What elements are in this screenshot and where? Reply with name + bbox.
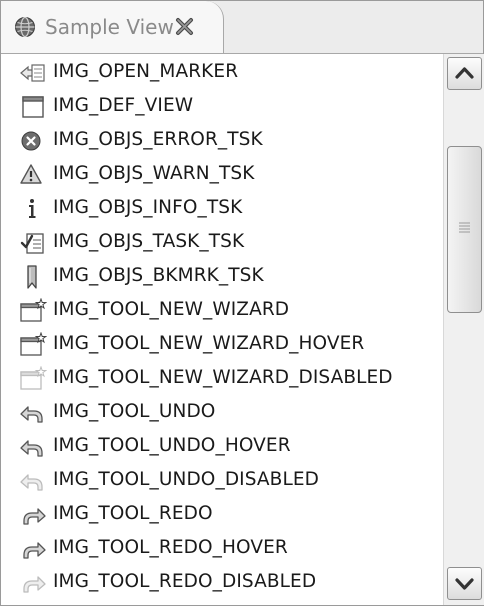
list-item[interactable]: IMG_OBJS_WARN_TSK [2, 158, 442, 192]
list-item-label: IMG_TOOL_UNDO [53, 401, 216, 422]
view-title: Sample View [45, 15, 174, 39]
list-item-label: IMG_TOOL_UNDO_HOVER [53, 435, 291, 456]
new-wizard-hover-icon [20, 332, 47, 356]
list-item-label: IMG_DEF_VIEW [53, 95, 194, 116]
undo-hover-icon [20, 440, 43, 457]
error-icon [21, 131, 41, 151]
info-icon [29, 199, 36, 218]
scroll-up-button[interactable] [447, 57, 482, 90]
list-item[interactable]: IMG_TOOL_NEW_WIZARD [2, 294, 442, 328]
image-list[interactable]: IMG_OPEN_MARKER IMG_DEF_VIEW IMG_OBJS_ER… [2, 54, 442, 605]
list-item[interactable]: IMG_OBJS_BKMRK_TSK [2, 260, 442, 294]
list-item-label: IMG_TOOL_NEW_WIZARD [53, 299, 290, 320]
list-item[interactable]: IMG_TOOL_REDO_DISABLED [2, 566, 442, 600]
undo-icon [20, 406, 43, 423]
bookmark-icon [27, 265, 37, 289]
task-icon [20, 233, 44, 254]
list-item[interactable]: IMG_TOOL_UNDO [2, 396, 442, 430]
list-item[interactable]: IMG_TOOL_NEW_WIZARD_DISABLED [2, 362, 442, 396]
list-item[interactable]: IMG_OBJS_ERROR_TSK [2, 124, 442, 158]
list-item[interactable]: IMG_OPEN_MARKER [2, 56, 442, 90]
list-item[interactable]: IMG_TOOL_NEW_WIZARD_HOVER [2, 328, 442, 362]
redo-hover-icon [23, 542, 46, 559]
warning-icon [20, 164, 42, 184]
list-item[interactable]: IMG_TOOL_REDO [2, 498, 442, 532]
chevron-down-icon [455, 578, 474, 590]
list-item-label: IMG_OBJS_INFO_TSK [53, 197, 243, 218]
view-tab-bar: Sample View [1, 1, 483, 54]
open-marker-icon [20, 64, 45, 82]
list-item[interactable]: IMG_OBJS_TASK_TSK [2, 226, 442, 260]
list-item[interactable]: IMG_DEF_VIEW [2, 90, 442, 124]
list-item-label: IMG_TOOL_NEW_WIZARD_HOVER [53, 333, 365, 354]
list-item[interactable]: IMG_OBJS_INFO_TSK [2, 192, 442, 226]
vertical-scrollbar[interactable] [443, 54, 484, 605]
scroll-thumb[interactable] [447, 146, 482, 313]
list-item-label: IMG_OBJS_BKMRK_TSK [53, 265, 264, 286]
list-item-label: IMG_OBJS_WARN_TSK [53, 163, 255, 184]
list-item-label: IMG_TOOL_UNDO_DISABLED [53, 469, 319, 490]
default-view-icon [22, 96, 44, 118]
list-item-label: IMG_OPEN_MARKER [53, 61, 239, 82]
new-wizard-disabled-icon [20, 366, 47, 390]
grip-icon [459, 222, 470, 233]
new-wizard-icon [20, 298, 47, 322]
list-item-label: IMG_OBJS_ERROR_TSK [53, 129, 263, 150]
list-item-label: IMG_TOOL_NEW_WIZARD_DISABLED [53, 367, 393, 388]
sample-view-panel: Sample View IMG_OPEN_MARKER IMG_DEF_VIEW… [0, 0, 484, 606]
list-item-label: IMG_TOOL_REDO_DISABLED [53, 571, 317, 592]
list-item-label: IMG_TOOL_REDO [53, 503, 213, 524]
redo-icon [23, 508, 46, 525]
scroll-down-button[interactable] [447, 567, 482, 600]
tab-sample-view[interactable]: Sample View [1, 1, 224, 53]
chevron-up-icon [455, 67, 474, 79]
list-item[interactable]: IMG_TOOL_REDO_HOVER [2, 532, 442, 566]
redo-disabled-icon [23, 576, 46, 593]
undo-disabled-icon [20, 474, 43, 491]
globe-icon [15, 16, 35, 38]
list-item[interactable]: IMG_TOOL_UNDO_HOVER [2, 430, 442, 464]
list-item-label: IMG_OBJS_TASK_TSK [53, 231, 245, 252]
list-item-label: IMG_TOOL_REDO_HOVER [53, 537, 288, 558]
list-item[interactable]: IMG_TOOL_UNDO_DISABLED [2, 464, 442, 498]
close-icon[interactable] [175, 17, 194, 36]
